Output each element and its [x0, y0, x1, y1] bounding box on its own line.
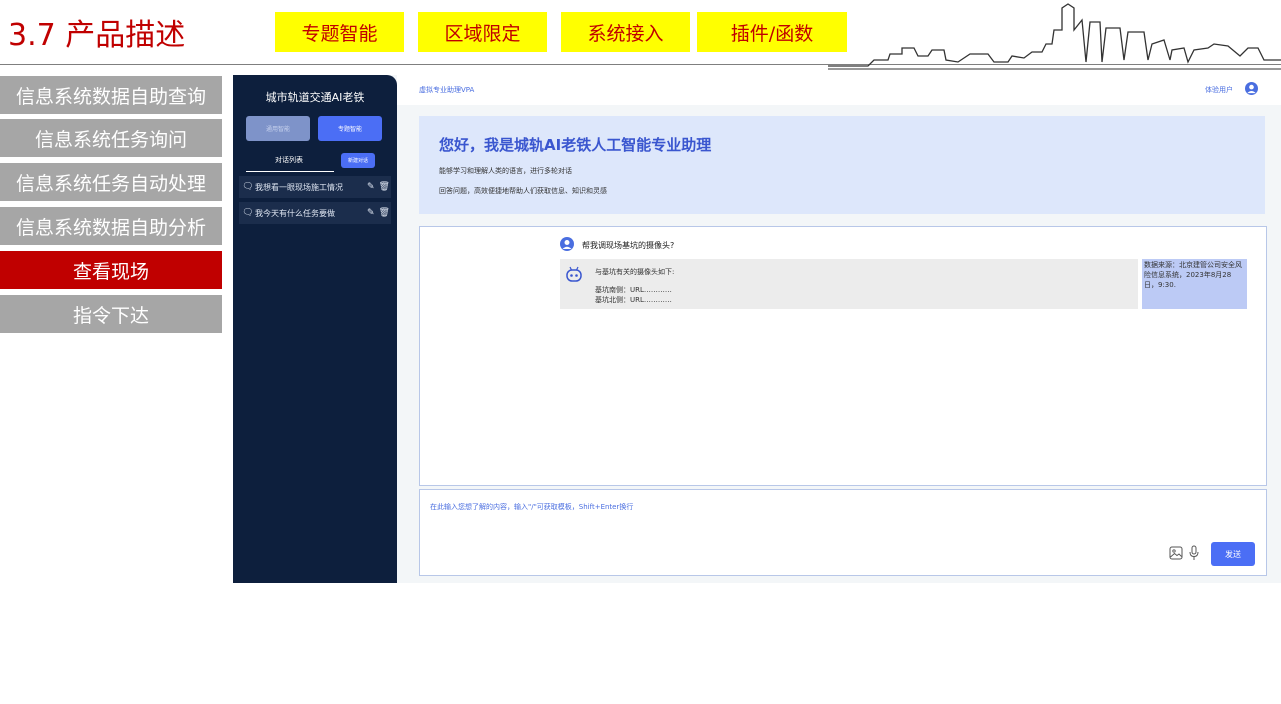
conversation-item[interactable]: 🗨 我今天有什么任务要做 ✎ 🗑 [239, 202, 391, 224]
conversation-title: 我想看一眼现场施工情况 [255, 182, 343, 192]
tab-underline [246, 171, 334, 172]
user-label[interactable]: 体验用户 [1205, 85, 1233, 95]
conversation-title: 我今天有什么任务要做 [255, 208, 335, 218]
user-avatar-icon [560, 237, 574, 251]
image-upload-icon[interactable] [1169, 546, 1183, 560]
chat-bubble-icon: 🗨 [242, 208, 254, 218]
welcome-banner: 您好，我是城轨AI老铁人工智能专业助理 能够学习和理解人类的语言，进行多轮对话 … [419, 116, 1265, 214]
microphone-icon[interactable] [1188, 545, 1200, 561]
topic-intelligence-button[interactable]: 专题智能 [318, 116, 382, 141]
general-intelligence-button[interactable]: 通用智能 [246, 116, 310, 141]
conversation-item[interactable]: 🗨 我想看一眼现场施工情况 ✎ 🗑 [239, 176, 391, 198]
edit-icon[interactable]: ✎ [367, 182, 375, 192]
new-chat-button[interactable]: 新建对话 [341, 153, 375, 168]
assistant-answer: 与基坑有关的摄像头如下: 基坑南侧：URL………… 基坑北侧：URL………… [560, 259, 1138, 309]
breadcrumb[interactable]: 虚拟专业助理VPA [419, 85, 474, 95]
tag-plugins: 插件/函数 [697, 12, 847, 52]
message-input[interactable]: 在此输入您想了解的内容，输入"/"可获取模板，Shift+Enter换行 发送 [419, 489, 1267, 576]
tag-region-limited: 区域限定 [418, 12, 547, 52]
answer-intro: 与基坑有关的摄像头如下: [595, 268, 675, 276]
app-title: 城市轨道交通AI老铁 [265, 91, 365, 104]
welcome-line-1: 能够学习和理解人类的语言，进行多轮对话 [439, 167, 572, 175]
tag-system-access: 系统接入 [561, 12, 690, 52]
edit-icon[interactable]: ✎ [367, 208, 375, 218]
welcome-heading: 您好，我是城轨AI老铁人工智能专业助理 [439, 136, 712, 154]
tab-conversation-list[interactable]: 对话列表 [275, 155, 303, 165]
answer-line-north: 基坑北侧：URL………… [595, 296, 672, 304]
nav-data-self-query[interactable]: 信息系统数据自助查询 [0, 76, 222, 114]
trash-icon[interactable]: 🗑 [379, 182, 390, 192]
top-bar: 虚拟专业助理VPA 体验用户 [397, 75, 1281, 105]
user-question: 帮我调现场基坑的摄像头? [582, 241, 675, 250]
answer-line-south: 基坑南侧：URL………… [595, 286, 672, 294]
main-panel: 虚拟专业助理VPA 体验用户 您好，我是城轨AI老铁人工智能专业助理 能够学习和… [397, 75, 1281, 583]
chat-panel: 帮我调现场基坑的摄像头? 与基坑有关的摄像头如下: 基坑南侧：URL………… 基… [419, 226, 1267, 486]
tag-topic-intelligence: 专题智能 [275, 12, 404, 52]
input-placeholder: 在此输入您想了解的内容，输入"/"可获取模板，Shift+Enter换行 [430, 503, 634, 511]
welcome-line-2: 回答问题，高效便捷地帮助人们获取信息、知识和灵感 [439, 187, 607, 195]
city-skyline-illustration [828, 3, 1281, 70]
data-source-note: 数据来源：北京建管公司安全风险信息系统，2023年8月28日，9:30. [1142, 259, 1247, 309]
nav-issue-command[interactable]: 指令下达 [0, 295, 222, 333]
send-button[interactable]: 发送 [1211, 542, 1255, 566]
robot-icon [566, 266, 582, 282]
nav-task-auto-processing[interactable]: 信息系统任务自动处理 [0, 163, 222, 201]
user-avatar-icon[interactable] [1245, 82, 1258, 95]
trash-icon[interactable]: 🗑 [379, 208, 390, 218]
app-sidebar: 城市轨道交通AI老铁 通用智能 专题智能 对话列表 新建对话 🗨 我想看一眼现场… [233, 75, 397, 583]
assistant-app-window: 城市轨道交通AI老铁 通用智能 专题智能 对话列表 新建对话 🗨 我想看一眼现场… [233, 75, 1281, 583]
slide-title: 3.7 产品描述 [8, 18, 186, 53]
nav-task-inquiry[interactable]: 信息系统任务询问 [0, 119, 222, 157]
nav-data-self-analysis[interactable]: 信息系统数据自助分析 [0, 207, 222, 245]
nav-view-site[interactable]: 查看现场 [0, 251, 222, 289]
chat-bubble-icon: 🗨 [242, 182, 254, 192]
